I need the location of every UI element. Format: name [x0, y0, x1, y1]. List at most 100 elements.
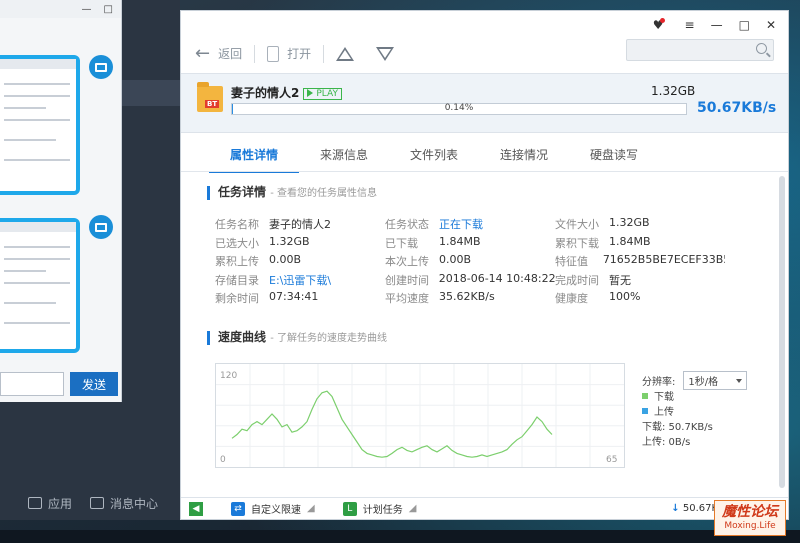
minimize-icon[interactable]: —: [82, 4, 92, 15]
window-controls: ♥ ≡ — □ ✕: [653, 18, 776, 32]
scrollbar[interactable]: [779, 176, 785, 488]
property-cell: 累积上传 0.00B: [215, 253, 385, 269]
property-row: 累积上传 0.00B 本次上传 0.00B 特征值 71652B5BE7ECEF33B5.…: [215, 252, 775, 271]
sidebar-bottom: 应用 消息中心: [0, 488, 180, 518]
property-value: 35.62KB/s: [439, 290, 495, 304]
property-value: 1.84MB: [439, 234, 481, 248]
scheduled-task-button[interactable]: L 计划任务 ◢: [342, 501, 416, 516]
send-button[interactable]: 发送: [70, 372, 118, 396]
watermark-line1: 魔性论坛: [722, 504, 778, 520]
monitor-icon[interactable]: [89, 55, 113, 79]
tab-3[interactable]: 连接情况: [479, 146, 569, 173]
collapse-icon[interactable]: ◀: [189, 501, 203, 516]
speed-chart-plot: 120 0 65: [216, 364, 624, 467]
speed-chart-title: 速度曲线: [218, 330, 267, 344]
progress-bar: 0.14%: [231, 103, 687, 115]
tabs-divider: [181, 171, 788, 172]
open-file-icon[interactable]: [267, 45, 280, 62]
detail-tabs: 属性详情 来源信息 文件列表 连接情况 硬盘读写: [209, 146, 659, 173]
property-cell: 健康度 100%: [555, 290, 725, 306]
property-cell: 剩余时间 07:34:41: [215, 290, 385, 306]
task-size: 1.32GB: [651, 84, 696, 98]
folder-icon: [197, 82, 223, 112]
monitor-icon[interactable]: [89, 215, 113, 239]
apps-icon: [28, 497, 42, 509]
maximize-icon[interactable]: □: [739, 18, 750, 32]
task-name: 妻子的情人2 PLAY: [231, 84, 342, 101]
resolution-select[interactable]: 1秒/格: [683, 371, 748, 390]
property-key: 文件大小: [555, 218, 599, 232]
move-up-icon[interactable]: [336, 46, 355, 61]
property-value[interactable]: 正在下载: [439, 216, 483, 232]
y-axis-min-label: 0: [220, 455, 226, 465]
properties-grid: 任务名称 妻子的情人2 任务状态 正在下载 文件大小 1.32GB 已选大小 1.32GB 已下…: [215, 215, 775, 308]
tab-2[interactable]: 文件列表: [389, 146, 479, 173]
property-value: 100%: [609, 290, 641, 304]
property-cell: 本次上传 0.00B: [385, 253, 555, 269]
speed-chart-subtitle: - 了解任务的速度走势曲线: [270, 333, 387, 344]
apps-button[interactable]: 应用: [28, 495, 72, 512]
task-row[interactable]: BT 妻子的情人2 PLAY 1.32GB 0.14% 50.67KB/s: [181, 73, 788, 133]
search-input[interactable]: [626, 39, 774, 61]
property-key: 特征值: [555, 255, 588, 269]
windows-taskbar[interactable]: [0, 530, 800, 543]
screenshot-thumbnail[interactable]: [0, 55, 80, 195]
custom-speed-limit-label: 自定义限速: [251, 505, 301, 516]
property-value: 1.32GB: [269, 234, 310, 248]
property-key: 任务名称: [215, 218, 259, 232]
property-cell: 已选大小 1.32GB: [215, 235, 385, 251]
details-heading: 任务详情 - 查看您的任务属性信息: [207, 186, 377, 200]
maximize-icon[interactable]: □: [104, 4, 113, 15]
message-center-label: 消息中心: [110, 496, 159, 511]
task-speed: 50.67KB/s: [697, 100, 777, 116]
back-arrow-icon[interactable]: ←: [195, 43, 210, 64]
tab-4[interactable]: 硬盘读写: [569, 146, 659, 173]
speed-chart-heading: 速度曲线 - 了解任务的速度走势曲线: [207, 331, 387, 345]
details-title: 任务详情: [218, 185, 267, 199]
close-icon[interactable]: ✕: [766, 18, 776, 32]
tab-0[interactable]: 属性详情: [209, 146, 299, 173]
property-value: 0.00B: [439, 253, 472, 267]
property-value: 2018-06-14 10:48:22: [438, 271, 555, 285]
chat-message-input[interactable]: [0, 372, 64, 396]
custom-speed-limit-button[interactable]: ⇄ 自定义限速 ◢: [231, 501, 315, 516]
menu-icon[interactable]: ≡: [685, 18, 695, 32]
move-down-icon[interactable]: [376, 46, 395, 61]
property-cell: 已下载 1.84MB: [385, 235, 555, 251]
watermark-logo: 魔性论坛 Moxing.Life: [714, 500, 786, 536]
back-button[interactable]: 返回: [218, 45, 242, 62]
property-value: 71652B5BE7ECEF33B5...: [602, 253, 725, 267]
property-row: 已选大小 1.32GB 已下载 1.84MB 累积下载 1.84MB: [215, 234, 775, 253]
watermark-line2: Moxing.Life: [724, 521, 776, 531]
download-series-line: [231, 390, 553, 458]
screenshot-thumbnail[interactable]: [0, 218, 80, 353]
property-value: 07:34:41: [269, 290, 319, 304]
property-cell: 累积下载 1.84MB: [555, 235, 725, 251]
speed-chart: 120 0 65: [215, 363, 625, 468]
property-value[interactable]: E:\迅雷下载\: [269, 272, 331, 288]
property-cell: 文件大小 1.32GB: [555, 216, 725, 232]
search-icon[interactable]: [756, 43, 767, 54]
open-button[interactable]: 打开: [287, 45, 311, 62]
property-key: 健康度: [555, 292, 588, 306]
current-upload-speed: 上传: 0B/s: [642, 437, 691, 448]
property-cell: 特征值 71652B5BE7ECEF33B5...: [555, 253, 725, 269]
property-cell: 平均速度 35.62KB/s: [385, 290, 555, 306]
tab-1[interactable]: 来源信息: [299, 146, 389, 173]
property-key: 本次上传: [385, 255, 429, 269]
sidebar-selected-item[interactable]: [120, 80, 180, 106]
skin-icon[interactable]: ♥: [653, 18, 669, 32]
minimize-icon[interactable]: —: [711, 18, 723, 32]
property-cell: 存储目录 E:\迅雷下载\: [215, 272, 385, 288]
message-center-button[interactable]: 消息中心: [90, 495, 158, 512]
property-key: 平均速度: [385, 292, 429, 306]
details-subtitle: - 查看您的任务属性信息: [270, 188, 377, 199]
property-value: 1.84MB: [609, 234, 651, 248]
property-key: 累积下载: [555, 236, 599, 250]
property-value: 0.00B: [269, 253, 302, 267]
play-button[interactable]: PLAY: [303, 88, 342, 100]
property-cell: 完成时间 暂无: [555, 272, 725, 288]
property-cell: 任务名称 妻子的情人2: [215, 216, 385, 232]
chat-window: — □ 发送: [0, 0, 122, 402]
property-row: 任务名称 妻子的情人2 任务状态 正在下载 文件大小 1.32GB: [215, 215, 775, 234]
